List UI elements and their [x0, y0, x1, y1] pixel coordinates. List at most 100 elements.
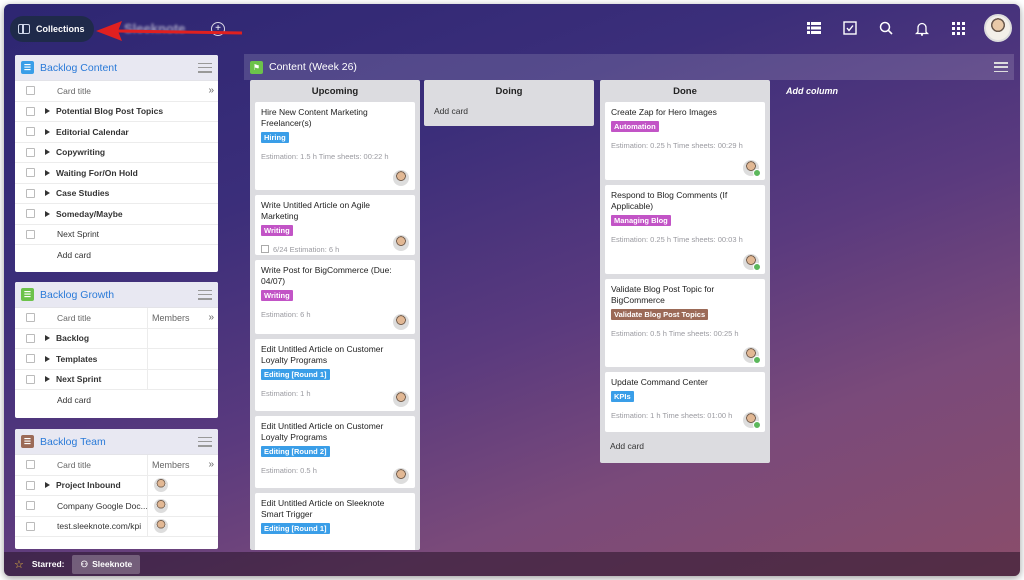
collections-button[interactable]: Collections [10, 16, 94, 42]
list-item[interactable]: test.sleeknote.com/kpi [15, 516, 218, 537]
column-title[interactable]: Doing [424, 80, 594, 102]
member-avatar[interactable] [154, 498, 168, 513]
assignee-avatar[interactable] [743, 412, 761, 429]
task-card[interactable]: Create Zap for Hero Images Automation Es… [605, 102, 765, 180]
member-avatar[interactable] [154, 478, 168, 493]
expand-arrow-icon[interactable] [45, 376, 50, 383]
list-item[interactable]: Copywriting [15, 143, 218, 163]
row-checkbox[interactable] [26, 188, 35, 198]
expand-arrow-icon[interactable] [45, 169, 50, 176]
row-checkbox[interactable] [26, 168, 35, 178]
board-title[interactable]: Content (Week 26) [269, 61, 988, 73]
expand-arrow-icon[interactable] [45, 355, 50, 362]
task-card[interactable]: Edit Untitled Article on Customer Loyalt… [255, 339, 415, 411]
expand-arrow-icon[interactable] [45, 149, 50, 156]
list-item[interactable]: Project Inbound [15, 475, 218, 496]
assignee-avatar[interactable] [393, 235, 409, 251]
task-card[interactable]: Update Command Center KPIs Estimation: 1… [605, 372, 765, 432]
menu-icon[interactable] [198, 436, 212, 447]
card-meta: Estimation: 6 h [261, 310, 311, 319]
expand-arrow-icon[interactable] [45, 190, 50, 197]
starred-bar: ☆ Starred: ⚇ Sleeknote [4, 552, 1020, 576]
chevron-double-right-icon[interactable]: » [208, 459, 214, 470]
task-card[interactable]: Write Post for BigCommerce (Due: 04/07) … [255, 260, 415, 334]
member-avatar[interactable] [154, 519, 168, 534]
assignee-avatar[interactable] [743, 160, 761, 177]
column-title[interactable]: Upcoming [250, 80, 420, 102]
list-item[interactable]: Backlog [15, 328, 218, 349]
add-card-row[interactable]: Add card [15, 390, 218, 411]
list-item[interactable]: Waiting For/On Hold [15, 163, 218, 184]
row-checkbox[interactable] [26, 480, 35, 490]
chevron-double-right-icon[interactable]: » [208, 85, 214, 96]
column-title[interactable]: Done [600, 80, 770, 102]
task-card[interactable]: Hire New Content Marketing Freelancer(s)… [255, 102, 415, 190]
task-card[interactable]: Write Untitled Article on Agile Marketin… [255, 195, 415, 255]
apps-grid-icon[interactable] [948, 18, 968, 38]
panel-title[interactable]: Backlog Content [40, 62, 192, 74]
assignee-avatar[interactable] [393, 391, 409, 407]
expand-arrow-icon[interactable] [45, 128, 50, 135]
panel-title[interactable]: Backlog Team [40, 436, 192, 448]
expand-arrow-icon[interactable] [45, 108, 50, 115]
list-icon: ☰ [21, 61, 34, 74]
row-checkbox[interactable] [26, 374, 35, 384]
list-item[interactable]: Editorial Calendar [15, 122, 218, 143]
task-card[interactable]: Respond to Blog Comments (If Applicable)… [605, 185, 765, 274]
assignee-avatar[interactable] [393, 170, 409, 186]
row-checkbox[interactable] [26, 209, 35, 219]
column-upcoming: Upcoming Hire New Content Marketing Free… [250, 80, 420, 550]
expand-arrow-icon[interactable] [45, 335, 50, 342]
add-card-button[interactable]: Add card [57, 250, 91, 260]
row-checkbox[interactable] [26, 229, 35, 239]
task-card[interactable]: Validate Blog Post Topic for BigCommerce… [605, 279, 765, 367]
select-all-checkbox[interactable] [26, 86, 35, 96]
menu-icon[interactable] [198, 62, 212, 73]
card-meta: Estimation: 1.5 h Time sheets: 00:22 h [261, 152, 389, 161]
menu-icon[interactable] [198, 289, 212, 300]
add-card-button[interactable]: Add card [600, 437, 770, 459]
expand-arrow-icon[interactable] [45, 210, 50, 217]
list-item[interactable]: Case Studies [15, 184, 218, 204]
menu-icon[interactable] [994, 62, 1008, 72]
task-card[interactable]: Edit Untitled Article on Customer Loyalt… [255, 416, 415, 488]
assignee-avatar[interactable] [743, 254, 761, 271]
row-checkbox[interactable] [26, 127, 35, 137]
list-item[interactable]: Someday/Maybe [15, 204, 218, 225]
expand-arrow-icon[interactable] [45, 482, 50, 489]
checkbox-icon[interactable] [840, 18, 860, 38]
starred-label: Starred: [31, 559, 65, 569]
card-tag: Editing [Round 1] [261, 523, 330, 534]
list-item[interactable]: Next Sprint [15, 369, 218, 390]
search-icon[interactable] [876, 18, 896, 38]
list-item[interactable]: Templates [15, 349, 218, 370]
task-card[interactable]: Edit Untitled Article on Sleeknote Smart… [255, 493, 415, 550]
row-checkbox[interactable] [26, 501, 35, 511]
assignee-avatar[interactable] [743, 347, 761, 364]
select-all-checkbox[interactable] [26, 313, 35, 323]
row-checkbox[interactable] [26, 147, 35, 157]
add-card-button[interactable]: Add card [57, 395, 91, 405]
user-avatar[interactable] [984, 14, 1012, 42]
list-item[interactable]: Company Google Doc... [15, 496, 218, 517]
row-checkbox[interactable] [26, 106, 35, 116]
panel-title[interactable]: Backlog Growth [40, 289, 192, 301]
select-all-checkbox[interactable] [26, 460, 35, 470]
assignee-avatar[interactable] [393, 314, 409, 330]
add-column-button[interactable]: Add column [786, 86, 838, 96]
add-card-button[interactable]: Add card [424, 102, 594, 124]
chevron-double-right-icon[interactable]: » [208, 312, 214, 323]
add-card-row[interactable]: Add card [15, 245, 218, 266]
row-checkbox[interactable] [26, 521, 35, 531]
list-item[interactable]: Next Sprint [15, 225, 218, 245]
list-item[interactable]: Potential Blog Post Topics [15, 102, 218, 122]
row-checkbox[interactable] [26, 333, 35, 343]
card-meta-text: 6/24 Estimation: 6 h [273, 245, 340, 254]
starred-item[interactable]: ⚇ Sleeknote [72, 554, 141, 574]
bell-icon[interactable] [912, 18, 932, 38]
top-bar: Collections Sleeknote + [4, 4, 1020, 54]
assignee-avatar[interactable] [393, 468, 409, 484]
list-view-icon[interactable] [804, 18, 824, 38]
column-title: Card title [57, 85, 92, 96]
row-checkbox[interactable] [26, 354, 35, 364]
